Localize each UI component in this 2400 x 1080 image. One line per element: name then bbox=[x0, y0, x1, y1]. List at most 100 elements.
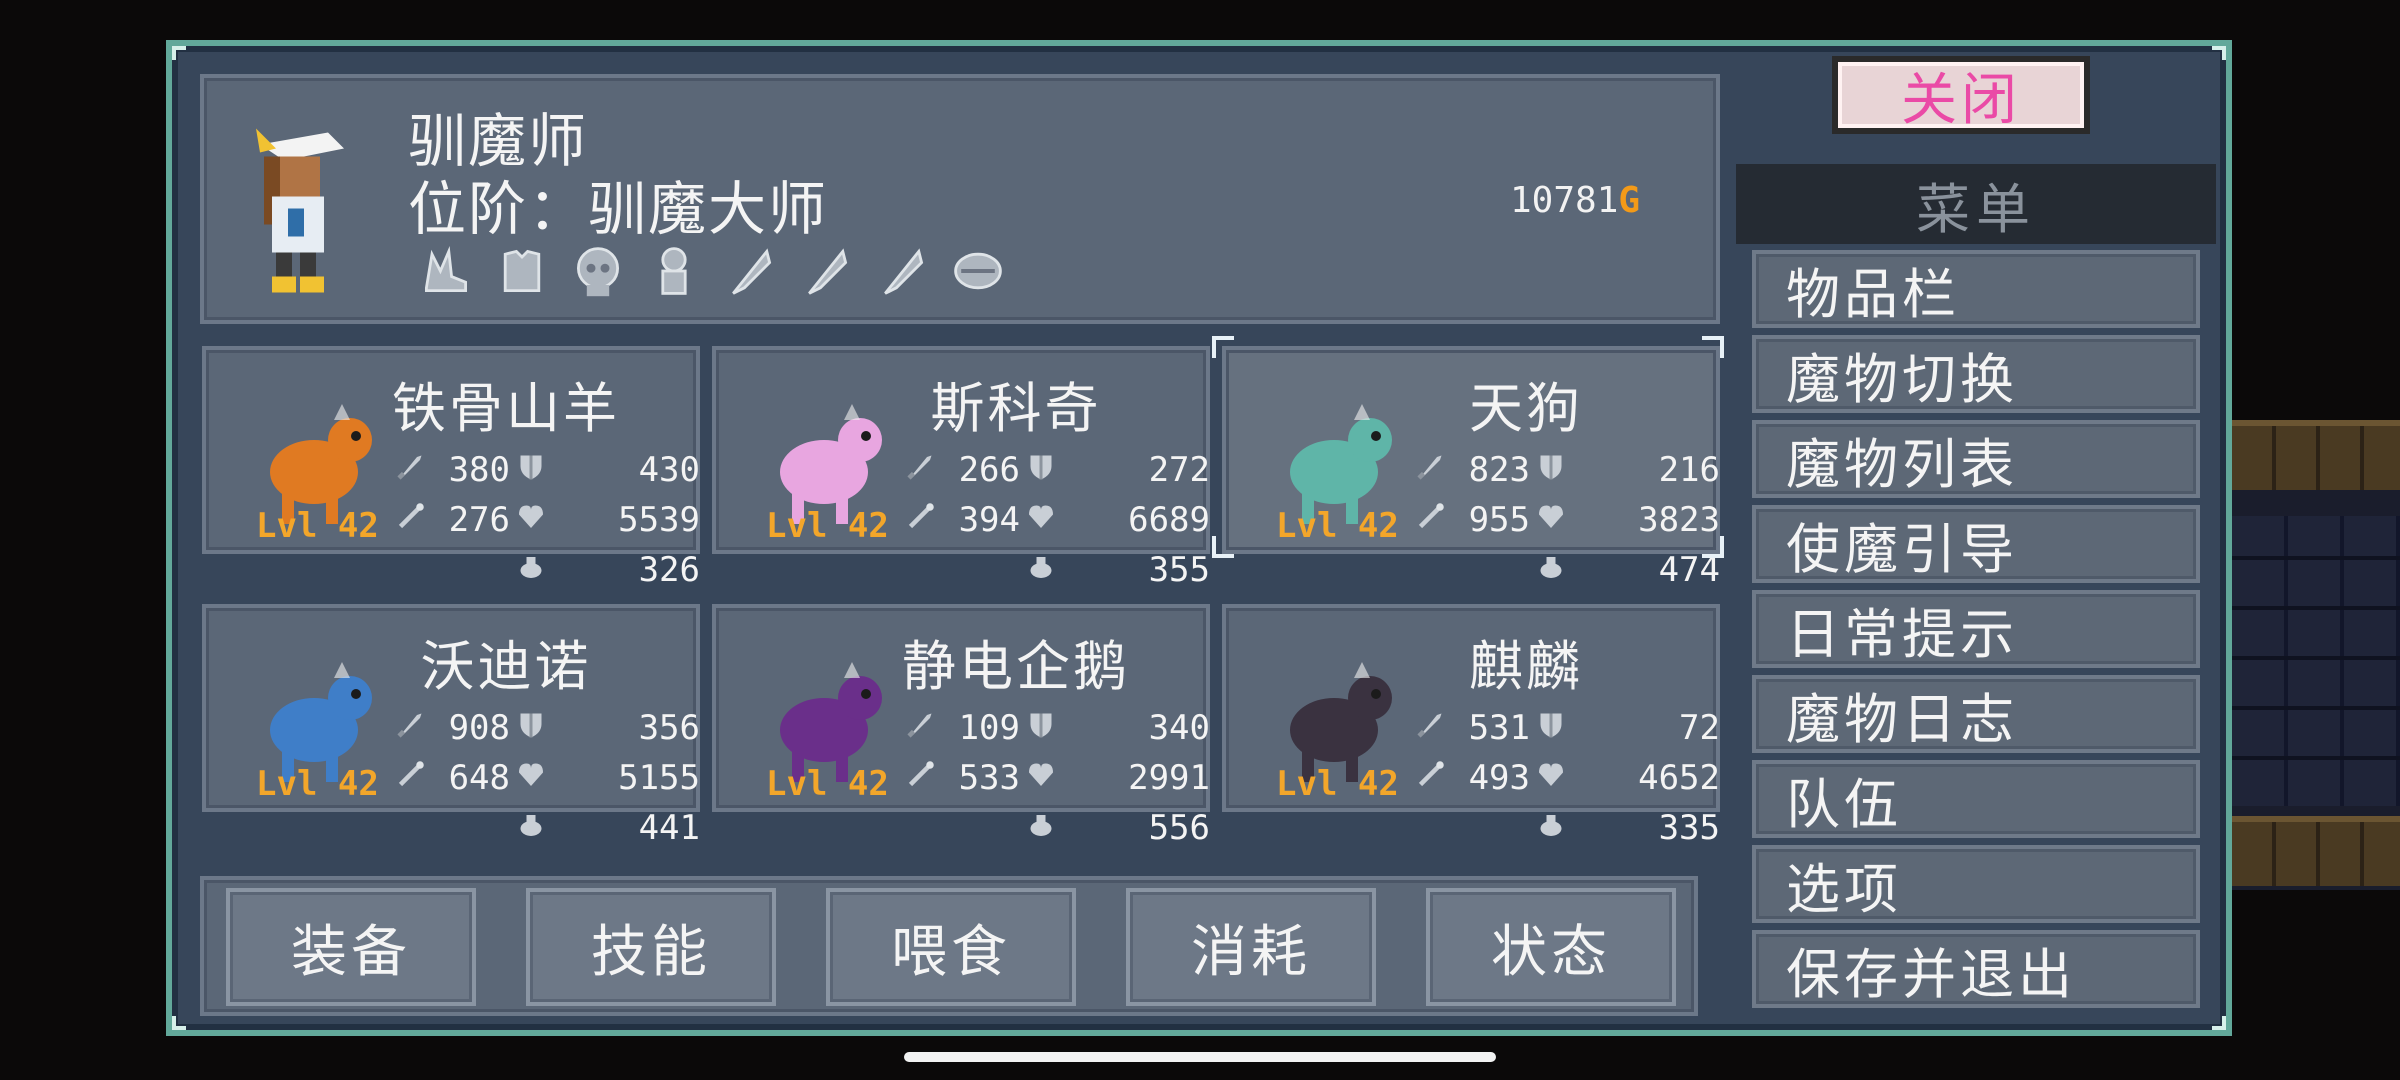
heart-icon bbox=[516, 758, 550, 798]
feather-icon[interactable] bbox=[871, 240, 933, 302]
wand-icon bbox=[1416, 500, 1450, 540]
menu-item-monster-journal[interactable]: 魔物日志 bbox=[1752, 675, 2200, 753]
frame-corner bbox=[172, 46, 186, 60]
monster-card[interactable]: 静电企鹅 109 533 340 2991 556 Lvl 42 bbox=[712, 604, 1210, 848]
magic-value: 648 bbox=[448, 758, 510, 798]
wand-icon bbox=[1416, 758, 1450, 798]
defense-value: 356 bbox=[638, 708, 700, 748]
mana-value: 326 bbox=[638, 550, 700, 590]
armor-icon[interactable] bbox=[491, 240, 553, 302]
tab-equipment[interactable]: 装备 bbox=[226, 888, 476, 1006]
wand-icon bbox=[396, 758, 430, 798]
wing-boots-icon[interactable] bbox=[415, 240, 477, 302]
mana-pot-icon bbox=[516, 808, 550, 848]
magic-stat: 394 bbox=[906, 500, 1020, 540]
selection-corner bbox=[1212, 536, 1234, 558]
heart-icon bbox=[1536, 500, 1570, 540]
sword-icon bbox=[906, 450, 940, 490]
heart-icon bbox=[1026, 500, 1060, 540]
defense-stat: 430 bbox=[516, 450, 700, 490]
key-items-row bbox=[415, 240, 1009, 306]
attack-stat: 380 bbox=[396, 450, 510, 490]
home-indicator[interactable] bbox=[904, 1052, 1496, 1062]
menu-item-inventory[interactable]: 物品栏 bbox=[1752, 250, 2200, 328]
tab-consumables[interactable]: 消耗 bbox=[1126, 888, 1376, 1006]
attack-stat: 531 bbox=[1416, 708, 1530, 748]
feather-icon[interactable] bbox=[795, 240, 857, 302]
stone-tablet-icon[interactable] bbox=[947, 240, 1009, 302]
heart-icon bbox=[1536, 758, 1570, 798]
menu-item-monster-swap[interactable]: 魔物切换 bbox=[1752, 335, 2200, 413]
menu-item-party[interactable]: 队伍 bbox=[1752, 760, 2200, 838]
mana-value: 474 bbox=[1658, 550, 1720, 590]
sword-icon bbox=[396, 450, 430, 490]
shield-icon bbox=[1536, 708, 1570, 748]
frame-corner bbox=[172, 1016, 186, 1030]
magic-value: 394 bbox=[958, 500, 1020, 540]
mana-stat: 335 bbox=[1536, 808, 1720, 848]
skull-relic-icon[interactable] bbox=[567, 240, 629, 302]
attack-value: 266 bbox=[958, 450, 1020, 490]
monster-level: Lvl 42 bbox=[1276, 506, 1399, 546]
menu-item-options[interactable]: 选项 bbox=[1752, 845, 2200, 923]
frame-corner bbox=[2212, 1016, 2226, 1030]
health-value: 4652 bbox=[1638, 758, 1720, 798]
defense-value: 216 bbox=[1658, 450, 1720, 490]
monster-card[interactable]: 铁骨山羊 380 276 430 5539 326 Lvl 42 bbox=[202, 346, 700, 590]
mana-value: 441 bbox=[638, 808, 700, 848]
gold-amount: 10781 bbox=[1510, 180, 1619, 221]
mana-value: 355 bbox=[1148, 550, 1210, 590]
defense-stat: 356 bbox=[516, 708, 700, 748]
shield-icon bbox=[1026, 450, 1060, 490]
monster-name: 静电企鹅 bbox=[902, 635, 1130, 698]
tab-feed[interactable]: 喂食 bbox=[826, 888, 1076, 1006]
health-stat: 5155 bbox=[516, 758, 700, 798]
health-stat: 6689 bbox=[1026, 500, 1210, 540]
monster-name: 斯科奇 bbox=[930, 377, 1102, 440]
feather-icon[interactable] bbox=[719, 240, 781, 302]
close-button[interactable]: 关闭 bbox=[1832, 56, 2090, 134]
idol-icon[interactable] bbox=[643, 240, 705, 302]
attack-value: 380 bbox=[448, 450, 510, 490]
menu-item-save-and-quit[interactable]: 保存并退出 bbox=[1752, 930, 2200, 1008]
magic-stat: 493 bbox=[1416, 758, 1530, 798]
attack-stat: 823 bbox=[1416, 450, 1530, 490]
monster-card[interactable]: 沃迪诺 908 648 356 5155 441 Lvl 42 bbox=[202, 604, 700, 848]
attack-stat: 109 bbox=[906, 708, 1020, 748]
mana-stat: 474 bbox=[1536, 550, 1720, 590]
magic-stat: 533 bbox=[906, 758, 1020, 798]
sword-icon bbox=[396, 708, 430, 748]
menu-item-daily-tips[interactable]: 日常提示 bbox=[1752, 590, 2200, 668]
health-stat: 4652 bbox=[1536, 758, 1720, 798]
mana-pot-icon bbox=[1026, 808, 1060, 848]
heart-icon bbox=[516, 500, 550, 540]
tab-skills[interactable]: 技能 bbox=[526, 888, 776, 1006]
health-value: 2991 bbox=[1128, 758, 1210, 798]
attack-value: 531 bbox=[1468, 708, 1530, 748]
monster-card[interactable]: 天狗 823 955 216 3823 474 Lvl 42 bbox=[1222, 346, 1720, 590]
mana-value: 556 bbox=[1148, 808, 1210, 848]
menu-item-familiar-guide[interactable]: 使魔引导 bbox=[1752, 505, 2200, 583]
monster-level: Lvl 42 bbox=[256, 764, 379, 804]
defense-value: 72 bbox=[1679, 708, 1720, 748]
mana-pot-icon bbox=[1536, 550, 1570, 590]
mana-pot-icon bbox=[516, 550, 550, 590]
defense-stat: 340 bbox=[1026, 708, 1210, 748]
gold-counter: 10781G bbox=[1510, 180, 1640, 221]
monster-card[interactable]: 斯科奇 266 394 272 6689 355 Lvl 42 bbox=[712, 346, 1210, 590]
defense-value: 272 bbox=[1148, 450, 1210, 490]
brick-row bbox=[2232, 420, 2400, 490]
monster-card[interactable]: 麒麟 531 493 72 4652 335 Lvl 42 bbox=[1222, 604, 1720, 848]
tab-status[interactable]: 状态 bbox=[1426, 888, 1676, 1006]
health-stat: 3823 bbox=[1536, 500, 1720, 540]
defense-value: 340 bbox=[1148, 708, 1210, 748]
magic-value: 533 bbox=[958, 758, 1020, 798]
brick-row bbox=[2232, 816, 2400, 886]
mana-stat: 326 bbox=[516, 550, 700, 590]
selection-corner bbox=[1702, 336, 1724, 358]
menu-item-monster-list[interactable]: 魔物列表 bbox=[1752, 420, 2200, 498]
wand-icon bbox=[906, 500, 940, 540]
gold-icon: G bbox=[1618, 180, 1641, 221]
shield-icon bbox=[516, 708, 550, 748]
monster-level: Lvl 42 bbox=[766, 764, 889, 804]
